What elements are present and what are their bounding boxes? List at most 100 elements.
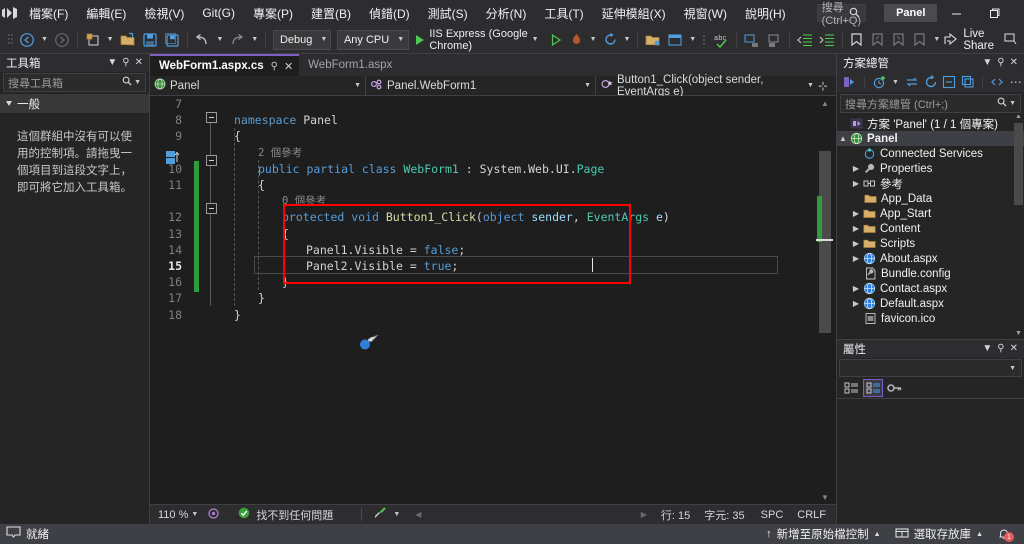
window-layout-dropdown[interactable]: ▼ — [686, 29, 699, 51]
intellicode-icon[interactable] — [201, 507, 226, 523]
undo-button[interactable] — [191, 29, 213, 51]
solution-platform-button[interactable] — [642, 29, 664, 51]
properties-key-icon[interactable] — [885, 379, 905, 397]
code-surface[interactable]: 7 8 9 10 11 12 13 14 15 16 17 18 namespa… — [150, 96, 814, 504]
expander-icon[interactable]: ▶ — [850, 239, 862, 248]
split-editor-icon[interactable]: ⊹ — [814, 79, 832, 93]
navigate-backward-dropdown[interactable]: ▼ — [38, 29, 51, 51]
save-button[interactable] — [139, 29, 161, 51]
clear-bookmarks-button[interactable] — [909, 29, 930, 51]
tree-node-references[interactable]: ▶ 參考 — [837, 176, 1024, 191]
navigate-backward-button[interactable] — [16, 29, 38, 51]
expander-icon[interactable]: ▶ — [850, 179, 862, 188]
zoom-dropdown-icon[interactable]: ▼ — [188, 511, 201, 518]
sync-with-active-document-icon[interactable] — [904, 74, 921, 91]
close-button[interactable] — [1013, 0, 1024, 26]
collapse-all-icon[interactable] — [941, 74, 958, 91]
redo-button[interactable] — [226, 29, 248, 51]
codelens-class[interactable]: 2 個參考 — [258, 145, 302, 161]
hot-reload-dropdown[interactable]: ▼ — [587, 29, 600, 51]
menu-item-view[interactable]: 檢視(V) — [135, 1, 193, 26]
tree-node-connected-services[interactable]: Connected Services — [837, 146, 1024, 161]
solution-tree[interactable]: 方案 'Panel' (1 / 1 個專案) ▲ Panel Connected… — [837, 115, 1024, 339]
restart-button[interactable] — [600, 29, 621, 51]
show-all-files-icon[interactable] — [960, 74, 977, 91]
start-debug-button[interactable]: IIS Express (Google Chrome) ▼ — [412, 28, 545, 52]
tree-node-contact-aspx[interactable]: ▶ Contact.aspx — [837, 281, 1024, 296]
add-to-source-control-button[interactable]: ↑ 新增至原始檔控制 ▲ — [759, 524, 887, 544]
properties-pin-icon[interactable]: ⚲ — [997, 344, 1004, 354]
configuration-combo[interactable]: Debug ▼ — [272, 29, 331, 50]
solution-name-chip[interactable]: Panel — [884, 4, 938, 22]
tab-webform1-aspx[interactable]: WebForm1.aspx — [299, 54, 399, 76]
tab-webform1-aspx-cs[interactable]: WebForm1.aspx.cs ⚲ ✕ — [150, 54, 300, 76]
menu-item-window[interactable]: 視窗(W) — [675, 1, 736, 26]
chevron-down-icon[interactable]: ▼ — [134, 79, 141, 86]
indentation-mode[interactable]: SPC — [761, 509, 798, 521]
navigate-forward-button[interactable] — [51, 29, 73, 51]
expander-icon[interactable]: ▶ — [850, 164, 862, 173]
properties-dropdown-icon[interactable]: ▼ — [982, 344, 992, 354]
categorized-view-icon[interactable] — [841, 379, 861, 397]
properties-object-combo[interactable]: ▼ — [839, 359, 1022, 377]
navbar-project-combo[interactable]: Panel ▼ — [150, 75, 366, 96]
switch-views-icon[interactable] — [841, 74, 858, 91]
view-code-icon[interactable] — [989, 74, 1006, 91]
hot-reload-button[interactable] — [566, 29, 587, 51]
tree-node-panel-project[interactable]: ▲ Panel — [837, 131, 1024, 146]
expander-icon[interactable]: ▲ — [837, 134, 849, 143]
code-editor[interactable]: 7 8 9 10 11 12 13 14 15 16 17 18 namespa… — [150, 96, 836, 504]
toolbox-pin-icon[interactable]: ⚲ — [122, 58, 129, 68]
new-project-button[interactable] — [82, 29, 104, 51]
restart-dropdown[interactable]: ▼ — [621, 29, 634, 51]
tree-node-app-start[interactable]: ▶ App_Start — [837, 206, 1024, 221]
expander-icon[interactable]: ▶ — [850, 284, 862, 293]
menu-item-project[interactable]: 專案(P) — [244, 1, 302, 26]
scrollbar-thumb[interactable] — [819, 151, 831, 333]
live-share-button[interactable]: Live Share — [943, 28, 1024, 52]
solution-explorer-pin-icon[interactable]: ⚲ — [997, 58, 1004, 68]
toolbar-overflow-grip[interactable] — [699, 29, 710, 51]
toolbar-more-button[interactable]: ▼ — [930, 29, 943, 51]
solution-explorer-overflow-icon[interactable]: ⋯ — [1008, 74, 1024, 91]
spell-check-button[interactable]: abc — [710, 29, 732, 51]
toolbox-search-input[interactable]: 搜尋工具箱 ▼ — [3, 73, 146, 92]
refresh-icon[interactable] — [922, 74, 939, 91]
menu-item-debug[interactable]: 偵錯(D) — [360, 1, 419, 26]
uncomment-selection-button[interactable] — [763, 29, 785, 51]
collapse-panel-icon[interactable]: ◀ — [403, 510, 433, 519]
toolbar-grip[interactable] — [4, 29, 16, 51]
tree-node-about-aspx[interactable]: ▶ About.aspx — [837, 251, 1024, 266]
redo-dropdown[interactable]: ▼ — [248, 29, 261, 51]
solution-explorer-search-input[interactable]: 搜尋方案總管 (Ctrl+;) ▼ — [840, 94, 1021, 113]
tree-node-solution[interactable]: 方案 'Panel' (1 / 1 個專案) — [837, 116, 1024, 131]
code-cleanup-dropdown[interactable]: ▼ — [390, 511, 403, 518]
line-ending-mode[interactable]: CRLF — [797, 509, 836, 521]
menu-item-tools[interactable]: 工具(T) — [535, 1, 592, 26]
decrease-indent-button[interactable] — [794, 29, 816, 51]
menu-item-build[interactable]: 建置(B) — [302, 1, 360, 26]
save-all-button[interactable] — [161, 29, 183, 51]
menu-item-extensions[interactable]: 延伸模組(X) — [593, 1, 675, 26]
code-cleanup-icon[interactable] — [370, 506, 390, 523]
tree-node-default-aspx[interactable]: ▶ Default.aspx — [837, 296, 1024, 311]
tree-node-app-data[interactable]: App_Data — [837, 191, 1024, 206]
toolbox-group-general[interactable]: 一般 — [0, 94, 149, 113]
tree-node-scripts[interactable]: ▶ Scripts — [837, 236, 1024, 251]
platform-combo[interactable]: Any CPU ▼ — [336, 29, 410, 50]
chevron-down-icon[interactable]: ▼ — [1009, 100, 1016, 107]
menu-item-test[interactable]: 測試(S) — [419, 1, 477, 26]
start-without-debugging-button[interactable] — [546, 29, 566, 51]
window-layout-button[interactable] — [664, 29, 686, 51]
expander-icon[interactable]: ▶ — [850, 254, 862, 263]
tree-node-favicon-ico[interactable]: favicon.ico — [837, 311, 1024, 326]
undo-dropdown[interactable]: ▼ — [213, 29, 226, 51]
new-project-dropdown[interactable]: ▼ — [104, 29, 117, 51]
menu-item-edit[interactable]: 編輯(E) — [77, 1, 135, 26]
open-file-button[interactable] — [117, 29, 139, 51]
properties-close-icon[interactable]: ✕ — [1010, 344, 1018, 354]
toolbox-dropdown-icon[interactable]: ▼ — [107, 58, 117, 68]
solution-explorer-close-icon[interactable]: ✕ — [1010, 58, 1018, 68]
scroll-down-arrow[interactable]: ▼ — [814, 490, 836, 504]
zoom-level[interactable]: 110 % — [150, 509, 188, 521]
